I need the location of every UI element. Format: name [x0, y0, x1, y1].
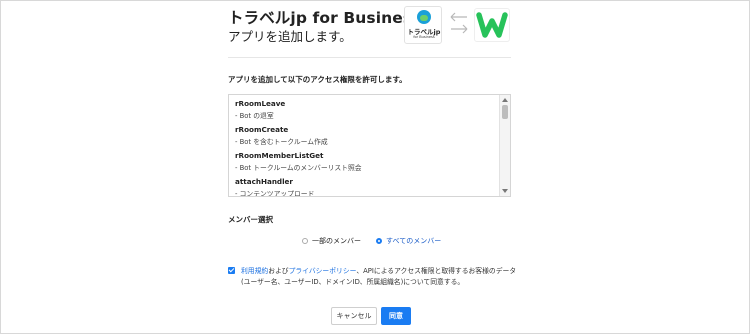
permission-name: rRoomLeave: [235, 99, 286, 108]
permission-item: attachHandler - コンテンツアップロード: [235, 176, 499, 197]
radio-option-part-members[interactable]: 一部のメンバー: [302, 236, 361, 246]
cancel-button[interactable]: キャンセル: [331, 307, 377, 325]
scroll-down-icon[interactable]: [502, 189, 508, 193]
exchange-arrows-icon: [450, 12, 468, 34]
logo-subtext: for Business: [413, 35, 435, 39]
permission-desc: - Bot を含むトークルーム作成: [235, 138, 328, 146]
permissions-list-box[interactable]: rRoomLeave - Bot の退室 rRoomCreate - Bot を…: [228, 94, 511, 197]
permission-item: rRoomCreate - Bot を含むトークルーム作成: [235, 124, 499, 150]
radio-checked-icon[interactable]: [376, 238, 382, 244]
member-select-heading: メンバー選択: [228, 215, 273, 224]
permission-desc: - Bot トークルームのメンバーリスト照会: [235, 164, 362, 172]
radio-label: すべてのメンバー: [386, 237, 442, 245]
scroll-up-icon[interactable]: [502, 98, 508, 102]
works-logo: [474, 8, 510, 42]
terms-link[interactable]: 利用規約: [241, 267, 268, 275]
permission-name: rRoomCreate: [235, 125, 289, 134]
permissions-heading: アプリを追加して以下のアクセス権限を許可します。: [228, 75, 407, 84]
travel-jp-logo: トラベルjp for Business: [404, 6, 442, 44]
permission-item: rRoomMemberListGet - Bot トークルームのメンバーリスト照…: [235, 150, 499, 176]
w-logo-icon: [476, 12, 508, 38]
permission-name: rRoomMemberListGet: [235, 151, 324, 160]
radio-unchecked-icon[interactable]: [302, 238, 308, 244]
permission-desc: - コンテンツアップロード: [235, 190, 315, 197]
permission-item: rRoomLeave - Bot の退室: [235, 98, 499, 124]
agree-checkbox[interactable]: [228, 267, 235, 274]
permission-name: attachHandler: [235, 177, 293, 186]
scroll-thumb[interactable]: [502, 105, 508, 119]
permissions-list: rRoomLeave - Bot の退室 rRoomCreate - Bot を…: [235, 98, 499, 197]
agree-button[interactable]: 同意: [381, 307, 411, 325]
scrollbar[interactable]: [499, 95, 510, 196]
privacy-policy-link[interactable]: プライバシーポリシー: [289, 267, 357, 275]
page-subtitle: アプリを追加します。: [228, 29, 352, 44]
agreement-text: 利用規約およびプライバシーポリシー、APIによるアクセス権限と取得するお客様のデ…: [241, 266, 521, 287]
page-title: トラベルjp for Business: [228, 9, 422, 27]
divider: [228, 57, 511, 58]
radio-label: 一部のメンバー: [312, 237, 361, 245]
radio-option-all-members[interactable]: すべてのメンバー: [376, 236, 441, 246]
and-text: および: [268, 267, 289, 275]
globe-icon: [417, 10, 431, 24]
permission-desc: - Bot の退室: [235, 112, 274, 120]
